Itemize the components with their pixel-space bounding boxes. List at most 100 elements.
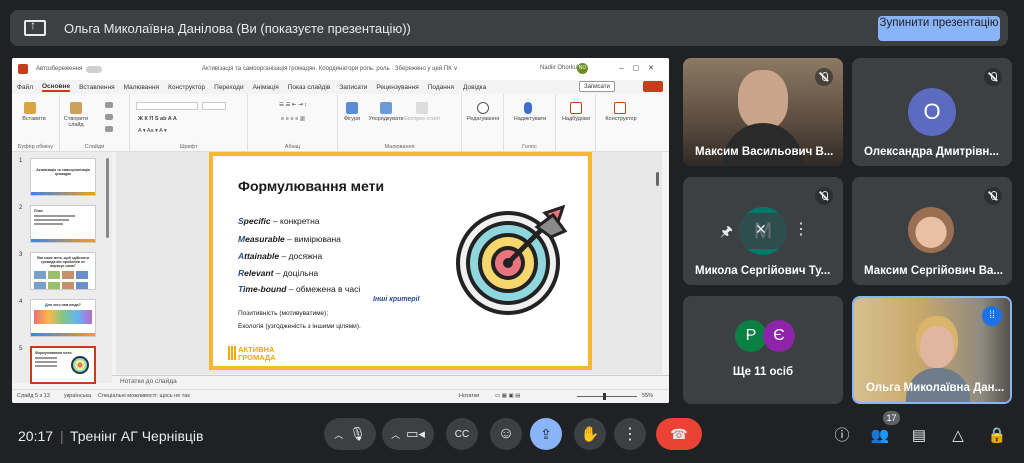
thumbnail-line [35,361,58,363]
present-button[interactable]: ⇪ [530,418,562,450]
reactions-button[interactable]: ☺ [490,418,522,450]
zoom-level[interactable]: 55% [642,393,653,399]
new-slide-icon[interactable] [70,102,82,114]
mic-off-icon [815,68,833,86]
addins-icon[interactable] [570,102,582,114]
notes-toggle[interactable]: Нотатки [459,393,479,399]
thumbnail-preview[interactable]: План [30,205,96,243]
language-indicator[interactable]: українська [64,393,91,399]
list-icons[interactable]: ☰ ☰ ⇤ ⇥ ↕ [253,102,333,108]
people-icon[interactable]: 👥 [868,424,892,448]
menu-design[interactable]: Конструктор [168,84,205,91]
slide-notes-area[interactable]: Нотатки до слайда [112,375,669,387]
designer-icon[interactable] [614,102,626,114]
thumbnail-preview[interactable]: Для чого нам люди? [30,299,96,337]
current-slide[interactable]: Формулювання мети Specific – конкретна M… [209,152,592,370]
paste-icon[interactable] [24,102,36,114]
participant-name: Максим Сергійович Ва... [864,265,1003,277]
thumbnail-scrollbar[interactable] [106,158,109,238]
menu-draw[interactable]: Малювання [124,84,159,91]
font-color-icons[interactable]: A ▾ Aa ▾ A ▾ [130,128,248,134]
menu-slideshow[interactable]: Показ слайдів [288,84,331,91]
camera-toggle-button[interactable]: ︿ ▭◂ [382,418,434,450]
participant-tile-4[interactable]: Максим Сергійович Ва... [852,177,1012,285]
autosave-toggle[interactable] [86,65,103,73]
stop-presenting-button[interactable]: Зупинити презентацію [878,16,1000,41]
menu-animation[interactable]: Анімація [253,84,279,91]
raise-hand-button[interactable]: ✋ [574,418,606,450]
layout-icon[interactable] [105,102,113,108]
chat-icon[interactable]: ▤ [907,424,931,448]
reset-icon[interactable] [105,114,113,120]
zoom-slider[interactable] [577,393,637,400]
smart-desc: – вимірювана [284,234,341,244]
section-icon[interactable] [105,126,113,132]
canvas-scrollbar[interactable] [656,172,659,186]
smart-desc: – обмежена в часі [286,284,361,294]
pin-icon[interactable]: 🖈 [720,221,733,245]
menu-view[interactable]: Подання [428,84,454,91]
more-participants-tile[interactable]: Р Є Ще 11 осіб [683,296,843,404]
participant-face [738,70,788,130]
dictate-mic-icon[interactable] [524,102,532,114]
view-buttons-icon[interactable]: ▭ ▦ ▣ ▤ [495,393,520,399]
share-button[interactable] [643,81,663,92]
captions-button[interactable]: CC [446,418,478,450]
menu-transitions[interactable]: Переходи [214,84,243,91]
clipboard-group: Вставити Буфер обміну [12,94,60,152]
window-controls-icon[interactable]: –▢✕ [620,64,663,72]
align-icons[interactable]: ≡ ≡ ≡ ≡ ▥ [253,116,333,122]
more-options-icon[interactable]: ⋮ [793,219,809,239]
menu-home[interactable]: Основне [41,83,71,92]
participant-tile-2[interactable]: О Олександра Дмитрівн... [852,58,1012,166]
menu-help[interactable]: Довідка [463,84,486,91]
font-family-select[interactable] [136,102,198,110]
participant-tile-3[interactable]: М 🖈 ✕ ⋮ Микола Сергійович Ту... [683,177,843,285]
ppt-menu-bar: Файл Основне Вставлення Малювання Констр… [12,80,669,94]
addins-label: Надбудови [561,116,591,122]
clipboard-label: Буфер обміну [17,144,54,150]
smart-word: ttainable [244,251,280,261]
menu-file[interactable]: Файл [17,84,33,91]
chevron-up-icon[interactable]: ︿ [391,428,400,441]
meeting-info-icon[interactable]: ⓘ [830,424,854,448]
thumbnail-1[interactable]: 1 Активізація та самоорганізація громадя… [16,158,112,196]
self-tile[interactable]: ⁞⁞ Ольга Миколаївна Дан... [852,296,1012,404]
record-button[interactable]: Записати [579,81,615,92]
thumbnail-3[interactable]: 3 Яка саме мета, щоб здійснити громада в… [16,252,112,290]
thumbnail-preview[interactable]: Активізація та самоорганізація громадян [30,158,96,196]
chevron-up-icon[interactable]: ︿ [334,428,343,441]
end-call-button[interactable]: ☎ [656,418,702,450]
font-format-icons[interactable]: Ж К П S ab A A [130,116,248,122]
accessibility-status[interactable]: Спеціальні можливості: щось не так [98,393,190,399]
host-controls-icon[interactable]: 🔒 [985,424,1009,448]
separator: | [60,428,64,444]
mute-participant-icon[interactable]: ✕ [755,221,767,238]
participant-tile-1[interactable]: Максим Васильович В... [683,58,843,166]
camera-icon: ▭◂ [406,426,425,441]
font-size-select[interactable] [202,102,226,110]
ppt-user-avatar[interactable]: NO [577,63,588,74]
mic-toggle-button[interactable]: ︿ 🎙 [324,418,376,450]
slide-counter: Слайд 5 з 13 [17,393,50,399]
menu-review[interactable]: Рецензування [376,84,418,91]
thumbnail-5[interactable]: 5 Формулювання мети [16,346,112,384]
quick-styles-icon[interactable] [416,102,428,114]
arrange-icon[interactable] [380,102,392,114]
present-screen-icon [24,18,46,36]
meeting-time: 20:17 [18,428,54,444]
slide-title: Формулювання мети [238,178,385,194]
shapes-icon[interactable] [346,102,358,114]
activities-icon[interactable]: △ [946,424,970,448]
search-icon[interactable] [477,102,489,114]
thumbnail-images [34,271,92,279]
thumbnail-4[interactable]: 4 Для чого нам люди? [16,299,112,337]
participants-count-badge: 17 [883,411,900,425]
thumbnail-2[interactable]: 2 План [16,205,112,243]
thumbnail-text: Для чого нам люди? [45,303,81,307]
menu-insert[interactable]: Вставлення [79,84,115,91]
more-options-button[interactable]: ⋮ [614,418,646,450]
thumbnail-preview-selected[interactable]: Формулювання мети [30,346,96,384]
thumbnail-preview[interactable]: Яка саме мета, щоб здійснити громада він… [30,252,96,290]
menu-record[interactable]: Записати [339,84,367,91]
